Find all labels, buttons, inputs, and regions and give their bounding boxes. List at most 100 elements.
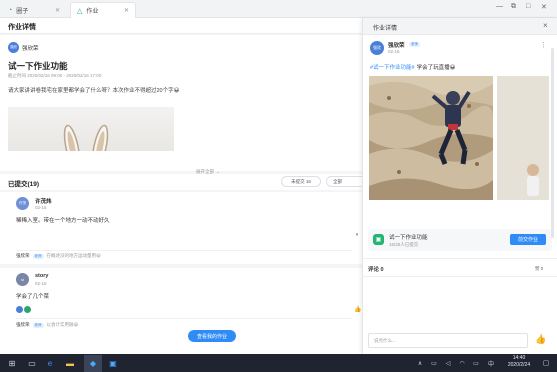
post-photo-secondary[interactable]	[497, 76, 549, 200]
page-title: 作业详情	[8, 24, 36, 31]
panel-header: 作业详情	[0, 18, 362, 34]
like-icon[interactable]: ◖	[355, 232, 359, 238]
assignment-icon: ▣	[373, 234, 384, 245]
deadline-text: 截止时间 2020/02/16 09:00 - 2020/02/16 17:00	[8, 73, 102, 78]
tab-close-icon[interactable]: ✕	[124, 7, 129, 14]
start-icon[interactable]: ⊞	[6, 357, 18, 369]
volume-icon[interactable]: ◁	[442, 357, 454, 369]
author-name: 强欣荣	[388, 43, 405, 49]
minimize-icon[interactable]: —	[496, 3, 503, 10]
avatar[interactable]: st	[16, 273, 29, 286]
restore-icon[interactable]: ⧉	[511, 3, 516, 11]
teacher-badge: 老师	[32, 253, 44, 259]
linked-assignment-meta: 16/35人已提交	[389, 242, 419, 247]
post-text: 学会了玩直播😀	[416, 65, 456, 71]
reply-name: 强欣荣	[16, 322, 30, 327]
submit-homework-button[interactable]: 前交作业	[510, 234, 546, 245]
divider	[363, 258, 557, 259]
linked-assignment-title: 试一下作业功能	[389, 235, 428, 241]
tab-label: 作业	[86, 9, 99, 15]
divider	[363, 276, 557, 277]
liker-avatars	[16, 306, 31, 313]
close-window-icon[interactable]: ✕	[541, 3, 547, 11]
climbing-wall-image	[369, 76, 493, 200]
submission-text: 学会了几个菜	[16, 294, 50, 300]
submission-item: 许茂 许茂炜 02-16 稀稀入室。带在一个地方一动不动好久 ◖ 强欣荣 老师 …	[0, 192, 362, 264]
assignment-title: 试一下作业功能	[8, 61, 68, 71]
avatar	[16, 306, 23, 313]
notification-icon[interactable]: ▢	[540, 357, 552, 369]
submission-item: st story 02-16 学会了几个菜 👍 强欣荣 老师 以会计实用融😀 查…	[0, 268, 362, 354]
post-body: #试一下作业功能# 学会了玩直播😀	[370, 63, 455, 71]
reply-name: 强欣荣	[16, 253, 30, 258]
attachment-image[interactable]	[8, 107, 174, 151]
person-photo-image	[497, 76, 549, 200]
app-icon-secondary[interactable]: ▣	[107, 357, 119, 369]
drawer-header: 作业详情 ×	[363, 18, 557, 35]
view-my-homework-button[interactable]: 查看我的作业	[188, 330, 236, 342]
submission-text: 稀稀入室。带在一个地方一动不动好久	[16, 218, 110, 224]
assignment-card: 强欣 强欣荣 试一下作业功能 截止时间 2020/02/16 09:00 - 2…	[0, 35, 362, 174]
likes-count[interactable]: 赞 0	[535, 266, 543, 272]
tab-homework[interactable]: △ 作业 ✕	[70, 2, 136, 18]
tab-circle[interactable]: ◔ 圈子 ✕	[2, 2, 66, 18]
battery-icon[interactable]: ▭	[470, 357, 482, 369]
avatar[interactable]: 强欣	[8, 42, 19, 53]
divider	[16, 318, 352, 319]
student-name: 许茂炜	[35, 199, 52, 205]
like-icon[interactable]: 👍	[354, 306, 361, 313]
circle-icon: ◔	[8, 6, 13, 14]
rabbit-ears-image	[63, 124, 109, 151]
reply-text: 以会计实用融😀	[46, 322, 79, 327]
comment-input[interactable]: 说点什么...	[368, 333, 528, 348]
teacher-name: 强欣荣	[22, 46, 39, 52]
clock-time: 14:40	[512, 355, 526, 361]
submitted-count: 已提交(19)	[8, 181, 40, 188]
teacher-reply: 强欣荣 老师 以会计实用融😀	[16, 322, 78, 328]
teacher-badge: 老师	[409, 42, 420, 47]
thumbs-up-icon[interactable]: 👍	[535, 334, 546, 345]
teacher-reply: 强欣荣 老师 在概述没的地方运动量用😀	[16, 253, 101, 259]
post-photo[interactable]	[369, 76, 493, 200]
drawer-title: 作业详情	[373, 26, 398, 32]
avatar	[24, 306, 31, 313]
clock[interactable]: 14:40 2020/2/24	[500, 355, 538, 369]
scrollbar[interactable]	[551, 48, 554, 238]
divider	[16, 250, 352, 251]
avatar[interactable]: 强欣	[370, 41, 384, 55]
language-indicator[interactable]: 中	[485, 357, 497, 369]
wifi-icon[interactable]: ◠	[456, 357, 468, 369]
submission-date: 02-16	[35, 205, 47, 210]
post-date: 02-16	[388, 49, 400, 54]
hashtag-link[interactable]: #试一下作业功能#	[370, 63, 415, 71]
edge-icon[interactable]: e	[44, 357, 56, 369]
student-name: story	[35, 273, 49, 279]
reply-text: 在概述没的地方运动量用😀	[46, 253, 101, 258]
maximize-icon[interactable]: □	[526, 3, 530, 10]
task-view-icon[interactable]: ▭	[26, 357, 38, 369]
comments-count: 评论 0	[368, 267, 384, 273]
submitted-header: 已提交(19) 未提交 16 全部	[0, 174, 362, 190]
file-explorer-icon[interactable]: ▬	[64, 357, 76, 369]
title-bar: ◔ 圈子 ✕ △ 作业 ✕ — ⧉ □ ✕	[0, 0, 557, 18]
post-detail-drawer: 作业详情 × 强欣 强欣荣 老师 02-16 ⋮ #试一下作业功能# 学会了玩直…	[362, 18, 557, 354]
assignment-detail-panel: 作业详情 强欣 强欣荣 试一下作业功能 截止时间 2020/02/16 09:0…	[0, 18, 362, 354]
tray-chevron-icon[interactable]: ∧	[414, 357, 426, 369]
comment-placeholder: 说点什么...	[374, 338, 396, 343]
linked-assignment-card[interactable]: ▣ 试一下作业功能 16/35人已提交 前交作业	[368, 229, 552, 251]
clock-date: 2020/2/24	[507, 362, 531, 368]
tab-close-icon[interactable]: ✕	[55, 7, 60, 14]
app-icon[interactable]: ◆	[87, 357, 99, 369]
submission-date: 02-16	[35, 281, 47, 286]
tab-label: 圈子	[16, 8, 29, 15]
close-icon[interactable]: ×	[543, 21, 548, 30]
taskbar: ⊞ ▭ e ▬ ◆ ▣ ∧ ▭ ◁ ◠ ▭ 中 14:40 2020/2/24 …	[0, 354, 557, 372]
avatar[interactable]: 许茂	[16, 197, 29, 210]
filter-all-select[interactable]: 全部	[326, 176, 362, 187]
teacher-badge: 老师	[32, 322, 44, 328]
assignment-description: 请大家讲讲卷我宅在家里都学会了什么呀？本次作业不得超过20个字😀	[8, 88, 180, 94]
more-icon[interactable]: ⋮	[540, 41, 547, 49]
network-icon[interactable]: ▭	[428, 357, 440, 369]
homework-icon: △	[77, 7, 83, 15]
filter-unsubmitted-button[interactable]: 未提交 16	[281, 176, 321, 187]
